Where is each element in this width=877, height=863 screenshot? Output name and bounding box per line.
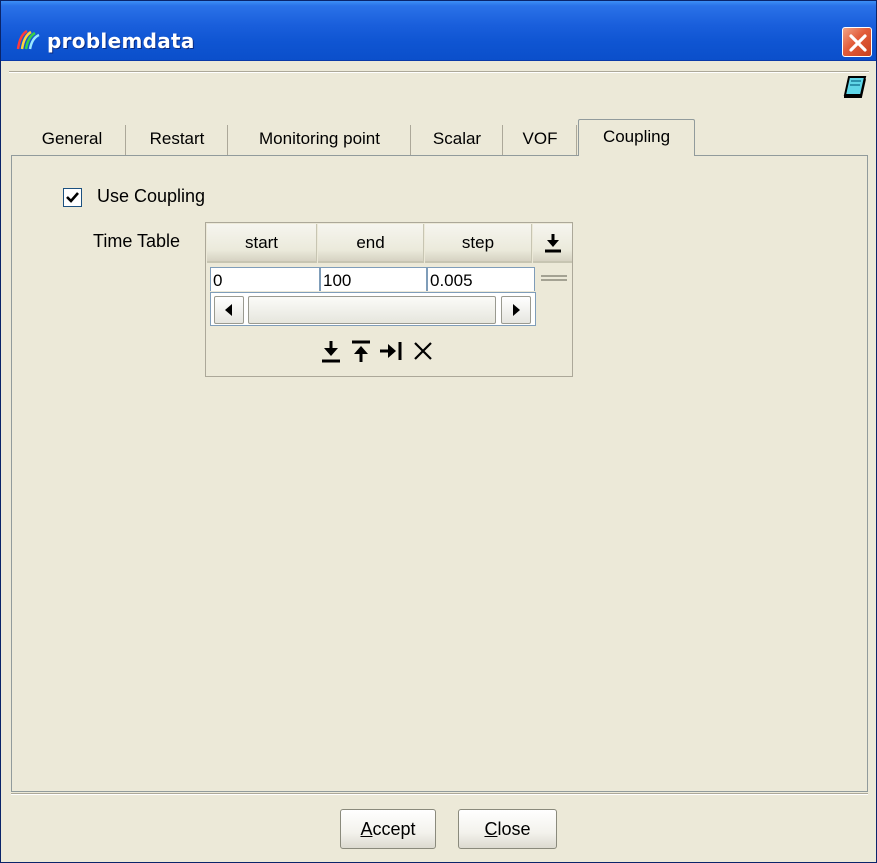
help-book-icon[interactable]	[841, 73, 869, 101]
arrow-right-icon	[513, 304, 520, 316]
time-table: start end step 0 100 0.005	[205, 222, 573, 377]
cell-value: 0.005	[430, 271, 473, 290]
accept-label: ccept	[372, 819, 416, 839]
toolbar-separator	[9, 71, 869, 72]
window-title: problemdata	[47, 29, 195, 53]
column-header-start[interactable]: start	[207, 224, 317, 263]
table-action-bar	[318, 335, 468, 367]
checkmark-icon	[66, 192, 79, 203]
use-coupling-checkbox[interactable]	[63, 188, 82, 207]
toolbar	[1, 62, 876, 114]
tab-scalar[interactable]: Scalar	[412, 125, 503, 155]
add-row-button[interactable]	[533, 224, 572, 263]
scroll-left-button[interactable]	[214, 296, 244, 324]
tab-label: VOF	[522, 129, 558, 148]
cell-value: 0	[213, 271, 223, 290]
tab-label: Monitoring point	[259, 129, 380, 148]
column-header-label: start	[244, 233, 279, 252]
column-header-step[interactable]: step	[425, 224, 532, 263]
close-mnemonic: C	[484, 819, 498, 839]
cell-step[interactable]: 0.005	[427, 267, 535, 291]
time-table-label: Time Table	[93, 231, 181, 251]
window-close-button[interactable]	[842, 27, 872, 57]
dialog-window: problemdata General Restart Monitoring p…	[0, 0, 877, 863]
title-bar[interactable]: problemdata	[1, 1, 876, 61]
tab-monitoring-point[interactable]: Monitoring point	[229, 125, 411, 155]
tab-label: Coupling	[602, 127, 671, 146]
row-resize-grip-icon[interactable]	[538, 270, 570, 286]
horizontal-scrollbar[interactable]	[210, 292, 536, 326]
close-button[interactable]: Close	[458, 809, 557, 849]
tab-vof[interactable]: VOF	[504, 125, 577, 155]
column-header-label: step	[461, 233, 495, 252]
tab-label: Scalar	[432, 129, 482, 148]
tab-coupling[interactable]: Coupling	[578, 119, 695, 156]
insert-row-below-icon	[544, 234, 561, 253]
tab-label: General	[41, 129, 103, 148]
footer-separator	[11, 793, 868, 794]
append-row-icon[interactable]	[378, 337, 404, 365]
app-logo-icon	[16, 29, 40, 50]
tab-restart[interactable]: Restart	[127, 125, 228, 155]
use-coupling-label: Use Coupling	[97, 186, 206, 206]
cell-start[interactable]: 0	[210, 267, 320, 291]
scroll-right-button[interactable]	[501, 296, 531, 324]
cell-value: 100	[323, 271, 352, 290]
scrollbar-thumb[interactable]	[248, 296, 496, 324]
column-header-label: end	[356, 233, 385, 252]
accept-mnemonic: A	[360, 819, 373, 839]
insert-above-icon[interactable]	[348, 337, 374, 365]
accept-button[interactable]: Accept	[340, 809, 436, 849]
arrow-left-icon	[225, 304, 232, 316]
cell-end[interactable]: 100	[320, 267, 427, 291]
insert-below-icon[interactable]	[318, 337, 344, 365]
column-header-end[interactable]: end	[318, 224, 424, 263]
close-icon	[849, 34, 867, 52]
delete-row-icon[interactable]	[410, 337, 436, 365]
close-label: lose	[497, 819, 531, 839]
tab-general[interactable]: General	[19, 125, 126, 155]
tab-label: Restart	[149, 129, 205, 148]
